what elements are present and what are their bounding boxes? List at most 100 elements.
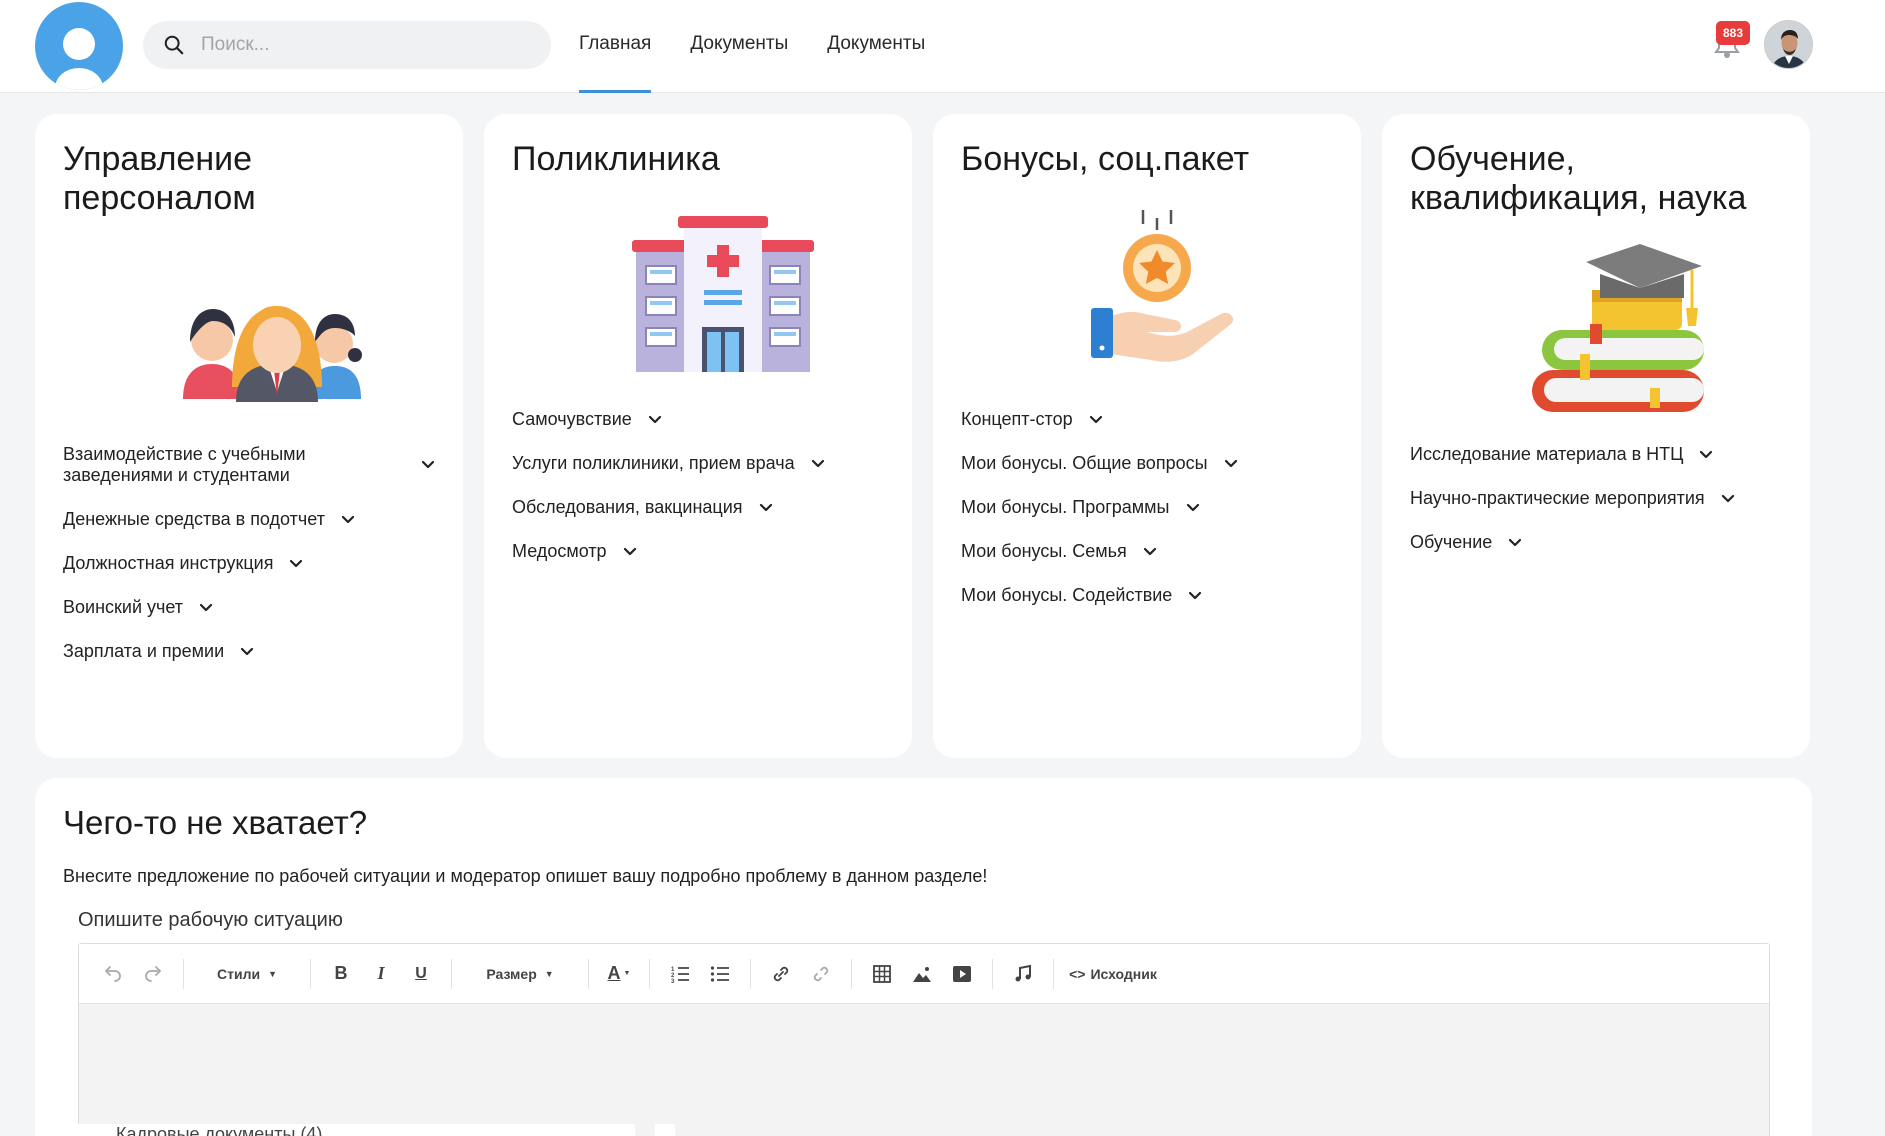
list-item[interactable]: Обследования, вакцинация bbox=[512, 497, 825, 518]
item-label: Научно-практические мероприятия bbox=[1410, 488, 1705, 508]
list-item[interactable]: Мои бонусы. Содействие bbox=[961, 585, 1238, 606]
toolbar-divider bbox=[750, 958, 751, 989]
suggestion-description: Внесите предложение по рабочей ситуации … bbox=[63, 866, 988, 886]
unlink-button[interactable] bbox=[804, 957, 838, 991]
item-label: Воинский учет bbox=[63, 597, 184, 617]
chevron-down-icon[interactable] bbox=[421, 458, 435, 472]
toolbar-divider bbox=[451, 958, 452, 989]
unlink-icon bbox=[813, 966, 829, 981]
chevron-down-icon[interactable] bbox=[759, 501, 773, 515]
editor-content-area[interactable] bbox=[79, 1004, 1769, 1136]
link-icon bbox=[773, 966, 789, 981]
video-icon bbox=[953, 965, 971, 982]
card-items: Самочувствие Услуги поликлиники, прием в… bbox=[512, 409, 825, 585]
numbered-list-icon: 123 bbox=[671, 967, 689, 984]
card-items: Исследование материала в НТЦ Научно-прак… bbox=[1410, 444, 1735, 576]
chevron-down-icon[interactable] bbox=[240, 645, 254, 659]
undo-icon bbox=[104, 965, 121, 982]
link-button[interactable] bbox=[764, 957, 798, 991]
chevron-down-icon[interactable] bbox=[1186, 501, 1200, 515]
nav-documents[interactable]: Документы bbox=[690, 0, 788, 93]
svg-text:3: 3 bbox=[671, 979, 675, 984]
field-label: Опишите рабочую ситуацию bbox=[78, 909, 343, 931]
logo[interactable] bbox=[35, 2, 123, 90]
list-item[interactable]: Зарплата и премии bbox=[63, 641, 435, 662]
list-item[interactable]: Научно-практические мероприятия bbox=[1410, 488, 1735, 509]
avatar-portrait bbox=[1765, 21, 1812, 68]
list-item[interactable]: Мои бонусы. Общие вопросы bbox=[961, 453, 1238, 474]
search-box[interactable] bbox=[143, 21, 551, 69]
chevron-down-icon[interactable] bbox=[648, 413, 662, 427]
list-item[interactable]: Концепт-стор bbox=[961, 409, 1238, 430]
italic-icon: I bbox=[377, 963, 385, 983]
chevron-down-icon[interactable] bbox=[289, 557, 303, 571]
card-clinic: Поликлиника Самочувствие Услуги поликлин… bbox=[484, 114, 912, 758]
bold-button[interactable]: B bbox=[324, 957, 358, 991]
underline-icon: U bbox=[415, 964, 427, 982]
list-item[interactable]: Обучение bbox=[1410, 532, 1735, 553]
chevron-down-icon[interactable] bbox=[1699, 448, 1713, 462]
list-item[interactable]: Воинский учет bbox=[63, 597, 435, 618]
list-item[interactable]: Мои бонусы. Программы bbox=[961, 497, 1238, 518]
item-label: Должностная инструкция bbox=[63, 553, 274, 573]
image-button[interactable] bbox=[905, 957, 939, 991]
size-label: Размер bbox=[486, 965, 537, 982]
item-label: Зарплата и премии bbox=[63, 641, 225, 661]
nav-home[interactable]: Главная bbox=[579, 0, 652, 93]
list-item[interactable]: Исследование материала в НТЦ bbox=[1410, 444, 1735, 465]
chevron-down-icon[interactable] bbox=[341, 513, 355, 527]
list-item[interactable]: Самочувствие bbox=[512, 409, 825, 430]
chevron-down-icon[interactable] bbox=[623, 545, 637, 559]
italic-button[interactable]: I bbox=[364, 957, 398, 991]
toolbar-divider bbox=[310, 958, 311, 989]
item-label: Мои бонусы. Программы bbox=[961, 497, 1170, 517]
table-button[interactable] bbox=[865, 957, 899, 991]
audio-button[interactable] bbox=[1006, 957, 1040, 991]
background-item-label: Кадровые документы (4) bbox=[116, 1124, 323, 1136]
text-color-button[interactable]: A ▼ bbox=[602, 957, 636, 991]
underline-button[interactable]: U bbox=[404, 957, 438, 991]
list-item[interactable]: Мои бонусы. Семья bbox=[961, 541, 1238, 562]
item-label: Мои бонусы. Семья bbox=[961, 541, 1127, 561]
nav-documents-2[interactable]: Документы bbox=[827, 0, 925, 93]
caret-down-icon: ▼ bbox=[544, 968, 554, 979]
card-bonuses: Бонусы, соц.пакет Концепт-стор Мои бонус… bbox=[933, 114, 1361, 758]
chevron-down-icon[interactable] bbox=[1143, 545, 1157, 559]
books-graduation-illustration bbox=[1532, 244, 1704, 412]
chevron-down-icon[interactable] bbox=[1188, 589, 1202, 603]
item-label: Исследование материала в НТЦ bbox=[1410, 444, 1684, 464]
list-item[interactable]: Услуги поликлиники, прием врача bbox=[512, 453, 825, 474]
numbered-list-button[interactable]: 123 bbox=[663, 957, 697, 991]
card-hr: Управление персоналом Взаимодействие с у… bbox=[35, 114, 463, 758]
rich-text-editor[interactable]: Стили ▼ B I U Размер ▼ A ▼ 123 <> Исходник bbox=[78, 943, 1770, 1136]
chevron-down-icon[interactable] bbox=[1508, 536, 1522, 550]
search-input[interactable] bbox=[201, 34, 521, 56]
card-title: Управление персоналом bbox=[63, 140, 256, 217]
caret-down-icon: ▼ bbox=[268, 968, 277, 979]
toolbar-divider bbox=[851, 958, 852, 989]
search-icon bbox=[164, 35, 184, 55]
list-item[interactable]: Медосмотр bbox=[512, 541, 825, 562]
item-label: Самочувствие bbox=[512, 409, 632, 429]
chevron-down-icon[interactable] bbox=[1224, 457, 1238, 471]
list-item[interactable]: Денежные средства в подотчет bbox=[63, 509, 435, 530]
bold-icon: B bbox=[334, 963, 348, 983]
chevron-down-icon[interactable] bbox=[1721, 492, 1735, 506]
people-illustration bbox=[183, 306, 362, 402]
background-list-item: Кадровые документы (4) bbox=[60, 1124, 635, 1136]
size-dropdown[interactable]: Размер ▼ bbox=[465, 957, 575, 991]
list-item[interactable]: Должностная инструкция bbox=[63, 553, 435, 574]
chevron-down-icon[interactable] bbox=[811, 457, 825, 471]
bulleted-list-button[interactable] bbox=[703, 957, 737, 991]
chevron-down-icon[interactable] bbox=[1089, 413, 1103, 427]
video-button[interactable] bbox=[945, 957, 979, 991]
styles-dropdown[interactable]: Стили ▼ bbox=[197, 957, 297, 991]
notification-badge[interactable]: 883 bbox=[1716, 21, 1750, 45]
source-button[interactable]: <> Исходник bbox=[1067, 957, 1159, 991]
toolbar-divider bbox=[1053, 958, 1054, 989]
undo-button[interactable] bbox=[96, 957, 130, 991]
list-item[interactable]: Взаимодействие с учебными заведениями и … bbox=[63, 444, 435, 486]
chevron-down-icon[interactable] bbox=[199, 601, 213, 615]
redo-button[interactable] bbox=[136, 957, 170, 991]
user-avatar[interactable] bbox=[1764, 20, 1813, 69]
